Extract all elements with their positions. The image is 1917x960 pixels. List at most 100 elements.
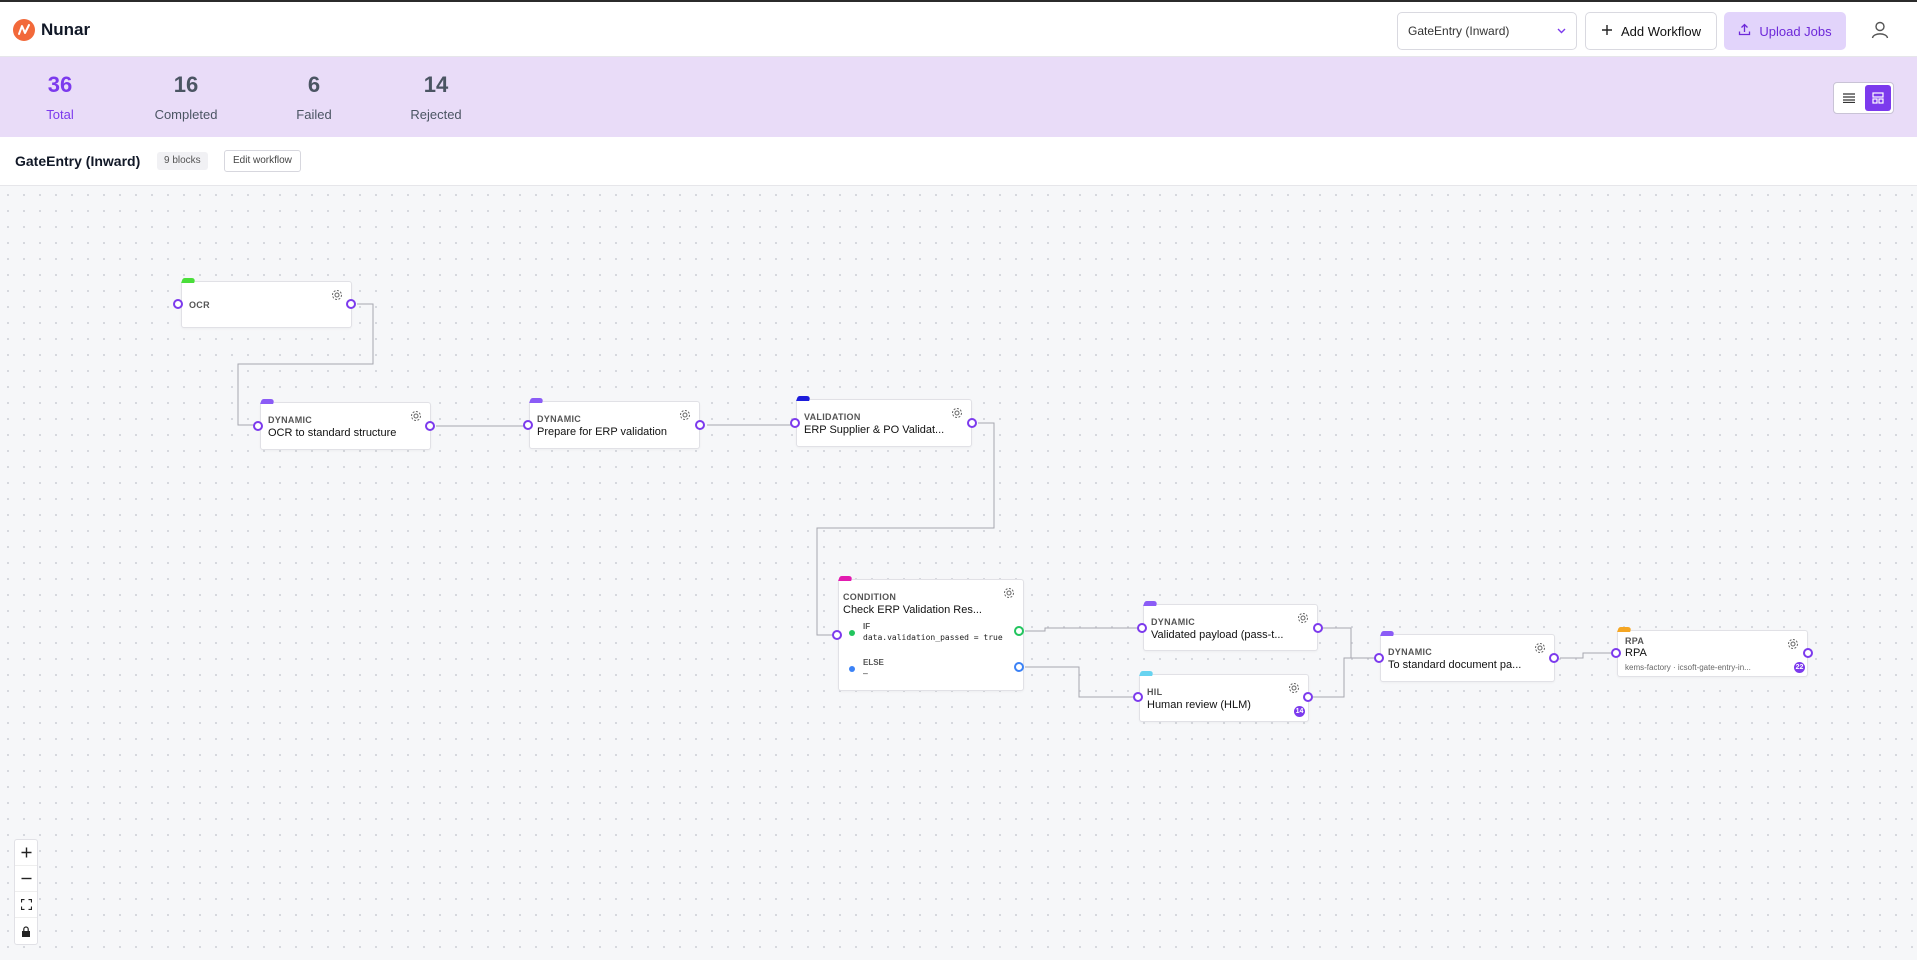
- node-rpa-input-port[interactable]: [1611, 648, 1621, 658]
- fit-view-icon[interactable]: [15, 892, 37, 918]
- node-hil-kind: HIL: [1147, 687, 1163, 697]
- node-rpa-output-port[interactable]: [1803, 648, 1813, 658]
- else-branch-expression: –: [863, 669, 868, 678]
- node-dynamic-ocr-to-standard[interactable]: DYNAMIC OCR to standard structure: [260, 399, 431, 450]
- workflow-select[interactable]: GateEntry (Inward): [1397, 12, 1577, 50]
- node-dyn1-output-port[interactable]: [425, 421, 435, 431]
- zoom-out-icon[interactable]: [15, 866, 37, 892]
- workflow-toolbar: GateEntry (Inward) 9 blocks Edit workflo…: [0, 137, 1917, 186]
- gear-icon[interactable]: [951, 407, 963, 419]
- node-dynamic-validated-payload[interactable]: DYNAMIC Validated payload (pass-t...: [1143, 601, 1318, 651]
- gear-icon[interactable]: [1534, 642, 1546, 654]
- node-dynamic-to-standard-document[interactable]: DYNAMIC To standard document pa...: [1380, 631, 1555, 682]
- node-dyn3-title: Validated payload (pass-t...: [1151, 629, 1284, 641]
- node-hil-title: Human review (HLM): [1147, 699, 1251, 711]
- edit-workflow-button[interactable]: Edit workflow: [224, 150, 301, 172]
- stat-completed-value: 16: [173, 72, 199, 97]
- nunar-logo-icon: [13, 19, 35, 41]
- stat-failed[interactable]: 6 Failed: [290, 71, 338, 122]
- node-dyn4-input-port[interactable]: [1374, 653, 1384, 663]
- profile-button[interactable]: [1860, 12, 1900, 52]
- stat-rejected[interactable]: 14 Rejected: [408, 71, 464, 122]
- gear-icon[interactable]: [1787, 638, 1799, 650]
- lock-icon[interactable]: [15, 918, 37, 944]
- node-dyn3-output-port[interactable]: [1313, 623, 1323, 633]
- node-dyn2-output-port[interactable]: [695, 420, 705, 430]
- upload-jobs-label: Upload Jobs: [1759, 23, 1832, 39]
- node-dyn4-tag: [1380, 631, 1395, 636]
- stat-total[interactable]: 36 Total: [36, 71, 84, 122]
- node-validation-input-port[interactable]: [790, 418, 800, 428]
- stat-completed[interactable]: 16 Completed: [150, 71, 222, 122]
- stat-failed-label: Failed: [296, 107, 332, 122]
- workflow-title: GateEntry (Inward): [15, 153, 141, 169]
- node-hil-output-port[interactable]: [1303, 692, 1313, 702]
- node-validation-kind: VALIDATION: [804, 412, 861, 422]
- node-dyn4-kind: DYNAMIC: [1388, 647, 1433, 657]
- stat-rejected-value: 14: [423, 72, 449, 97]
- stat-completed-label: Completed: [154, 107, 218, 122]
- node-ocr-input-port[interactable]: [173, 299, 183, 309]
- gear-icon[interactable]: [410, 410, 422, 422]
- else-branch-dot: [849, 666, 855, 672]
- node-rpa-tag: [1617, 627, 1632, 632]
- gear-icon[interactable]: [1003, 587, 1015, 599]
- stat-failed-value: 6: [307, 72, 321, 97]
- node-dyn2-kind: DYNAMIC: [537, 414, 582, 424]
- gear-icon[interactable]: [1288, 682, 1300, 694]
- node-ocr[interactable]: OCR: [181, 278, 352, 328]
- node-dyn2-tag: [529, 398, 544, 403]
- node-dynamic-prepare-erp[interactable]: DYNAMIC Prepare for ERP validation: [529, 398, 700, 449]
- gear-icon[interactable]: [1297, 612, 1309, 624]
- node-condition-input-port[interactable]: [832, 630, 842, 640]
- node-hil-human-review[interactable]: HIL Human review (HLM): [1139, 671, 1309, 722]
- workflow-select-value: GateEntry (Inward): [1408, 24, 1510, 38]
- blocks-count-badge: 9 blocks: [157, 152, 208, 170]
- stat-total-value: 36: [47, 72, 73, 97]
- add-workflow-button[interactable]: Add Workflow: [1585, 12, 1717, 50]
- hil-job-count-badge[interactable]: 14: [1294, 706, 1305, 717]
- else-branch-label: ELSE: [863, 658, 884, 667]
- rpa-job-count-badge[interactable]: 22: [1794, 662, 1805, 673]
- node-dyn4-title: To standard document pa...: [1388, 659, 1522, 671]
- node-dyn1-input-port[interactable]: [253, 421, 263, 431]
- upload-jobs-button[interactable]: Upload Jobs: [1724, 12, 1846, 50]
- job-stats-bar: 36 Total 16 Completed 6 Failed 14 Reject…: [0, 57, 1917, 137]
- node-ocr-kind: OCR: [189, 300, 210, 310]
- app-logo[interactable]: Nunar: [13, 19, 90, 41]
- node-dyn3-input-port[interactable]: [1137, 623, 1147, 633]
- gear-icon[interactable]: [331, 289, 343, 301]
- node-hil-tag: [1139, 671, 1154, 676]
- node-dyn2-input-port[interactable]: [523, 420, 533, 430]
- node-condition-kind: CONDITION: [843, 592, 897, 602]
- node-validation-output-port[interactable]: [967, 418, 977, 428]
- list-view-icon[interactable]: [1836, 85, 1863, 111]
- node-validation-tag: [796, 396, 811, 401]
- node-hil-input-port[interactable]: [1133, 692, 1143, 702]
- node-validation-title: ERP Supplier & PO Validat...: [804, 424, 945, 436]
- node-dyn1-title: OCR to standard structure: [268, 427, 397, 439]
- node-condition-check-erp[interactable]: CONDITION Check ERP Validation Res... IF…: [838, 576, 1024, 691]
- upload-icon: [1738, 23, 1751, 39]
- node-dyn3-tag: [1143, 601, 1158, 606]
- node-rpa-title: RPA: [1625, 647, 1647, 659]
- stat-rejected-label: Rejected: [410, 107, 462, 122]
- node-condition-else-port[interactable]: [1014, 662, 1024, 672]
- canvas-view-icon[interactable]: [1864, 85, 1891, 111]
- stat-total-label: Total: [46, 107, 74, 122]
- node-validation-erp[interactable]: VALIDATION ERP Supplier & PO Validat...: [796, 396, 972, 447]
- node-dyn4-output-port[interactable]: [1549, 653, 1559, 663]
- node-condition-title: Check ERP Validation Res...: [843, 604, 982, 616]
- view-toggle: [1833, 82, 1894, 114]
- gear-icon[interactable]: [679, 409, 691, 421]
- node-rpa-kind: RPA: [1625, 636, 1645, 646]
- zoom-in-icon[interactable]: [15, 840, 37, 866]
- plus-icon: [1601, 24, 1613, 39]
- canvas-controls: [14, 839, 38, 945]
- node-ocr-output-port[interactable]: [346, 299, 356, 309]
- top-navbar: Nunar GateEntry (Inward) Add Workflow Up…: [0, 0, 1917, 57]
- node-dyn1-tag: [260, 399, 275, 404]
- node-dyn2-title: Prepare for ERP validation: [537, 426, 668, 438]
- node-condition-if-port[interactable]: [1014, 626, 1024, 636]
- node-rpa[interactable]: RPA RPA kems-factory · icsoft-gate-entry…: [1617, 627, 1808, 677]
